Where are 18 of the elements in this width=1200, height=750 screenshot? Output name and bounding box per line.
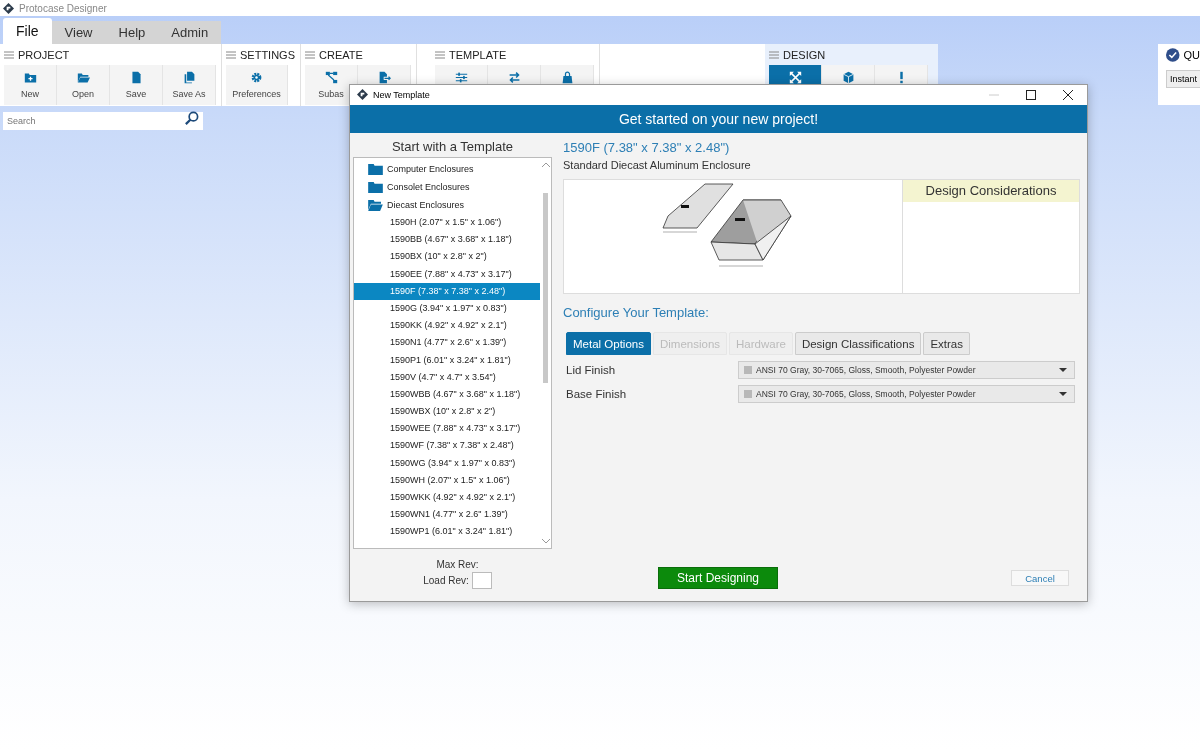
load-rev-label: Load Rev: xyxy=(423,575,469,586)
dialog-title: New Template xyxy=(373,89,431,100)
field-label: Base Finish xyxy=(566,387,628,400)
tree-title: Start with a Template xyxy=(390,138,515,156)
quote-title: QU xyxy=(1183,49,1200,61)
group-title: CREATE xyxy=(319,49,363,61)
field-label: Lid Finish xyxy=(566,363,617,376)
group-title: SETTINGS xyxy=(240,49,295,61)
configure-title: Configure Your Template: xyxy=(563,305,710,320)
group-title: DESIGN xyxy=(783,49,826,61)
design-considerations-heading: Design Considerations xyxy=(903,180,1079,202)
max-rev-label: Max Rev: xyxy=(436,559,479,570)
group-title: PROJECT xyxy=(18,49,70,61)
group-title: TEMPLATE xyxy=(449,49,507,61)
dialog-banner: Get started on your new project! xyxy=(350,104,1087,133)
app-title: Protocase Designer xyxy=(19,2,107,14)
template-description: Standard Diecast Aluminum Enclosure xyxy=(563,159,752,171)
template-name: 1590F (7.38" x 7.38" x 2.48") xyxy=(563,140,731,155)
